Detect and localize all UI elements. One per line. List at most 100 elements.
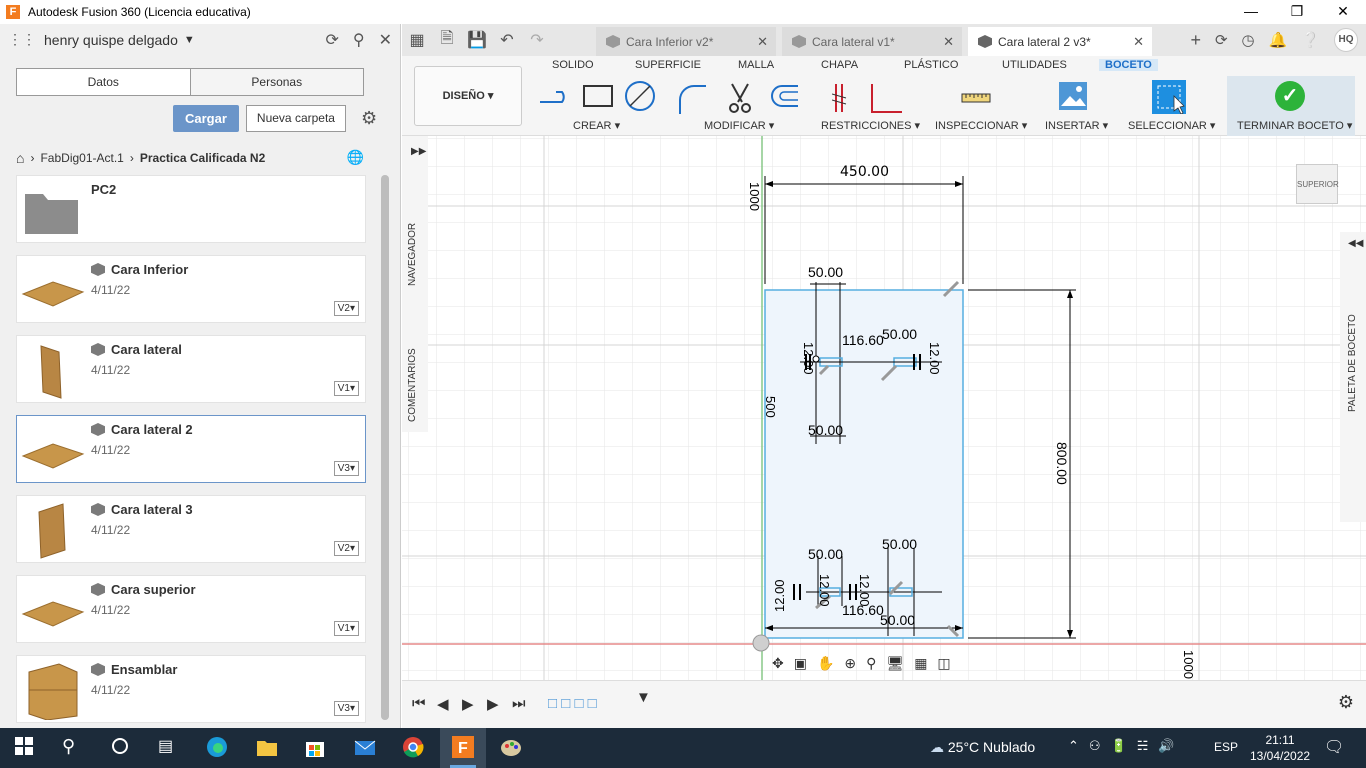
viewcube[interactable]: SUPERIOR	[1296, 164, 1339, 204]
constraints-icons[interactable]	[832, 80, 906, 114]
pan-icon[interactable]: ✋	[817, 655, 834, 672]
zoom-icon[interactable]: ⊕	[844, 655, 856, 672]
look-at-icon[interactable]: ▣	[794, 655, 807, 672]
dimension-upper-116[interactable]: 116.60	[842, 332, 884, 348]
close-tab-icon[interactable]: ✕	[943, 34, 954, 50]
create-tools-icons[interactable]	[536, 80, 666, 114]
undo-icon[interactable]: ↶	[492, 30, 522, 50]
viewports-icon[interactable]: ◫	[937, 655, 950, 672]
workspace-dropdown[interactable]: DISEÑO ▾	[414, 66, 522, 126]
globe-icon[interactable]: 🌐	[347, 149, 364, 166]
timeline-feature-icon[interactable]: □ □ □ □	[548, 695, 597, 712]
chrome-icon[interactable]	[402, 736, 426, 760]
create-menu[interactable]: CREAR ▾	[573, 119, 620, 132]
collapse-icon[interactable]: ◀◀	[1348, 238, 1363, 249]
display-settings-icon[interactable]: 🖥	[886, 655, 904, 672]
step-back-icon[interactable]: ◀	[437, 695, 449, 713]
user-hub-name[interactable]: henry quispe delgado	[44, 32, 178, 48]
list-item[interactable]: Cara lateral 3 4/11/22 V2▾	[16, 495, 366, 563]
version-dropdown[interactable]: V2▾	[333, 301, 359, 316]
tab-personas[interactable]: Personas	[189, 69, 363, 95]
dimension-lower-50a[interactable]: 50.00	[808, 546, 843, 562]
notifications-icon[interactable]: 🗨	[1324, 737, 1344, 757]
browser-toggle[interactable]: NAVEGADOR	[407, 223, 418, 286]
folder-item-pc2[interactable]: PC2	[16, 175, 366, 243]
dimension-lower-50b[interactable]: 50.00	[882, 536, 917, 552]
tab-utilidades[interactable]: UTILIDADES	[1002, 59, 1067, 71]
edge-icon[interactable]	[206, 736, 230, 760]
cortana-icon[interactable]	[110, 736, 134, 760]
save-icon[interactable]: 💾	[462, 30, 492, 50]
dimension-upper-50c[interactable]: 50.00	[808, 422, 843, 438]
new-tab-icon[interactable]: +	[1190, 30, 1201, 51]
version-dropdown[interactable]: V2▾	[333, 541, 359, 556]
file-explorer-icon[interactable]	[256, 736, 280, 760]
gear-icon[interactable]: ⚙	[1338, 692, 1354, 713]
tab-cara-lateral-2[interactable]: Cara lateral 2 v3* ✕	[968, 27, 1152, 56]
search-icon[interactable]: ⚲	[62, 736, 86, 760]
refresh-icon[interactable]: ⟳	[325, 30, 338, 50]
select-menu[interactable]: SELECCIONAR ▾	[1128, 119, 1215, 132]
file-icon[interactable]: 🗎	[432, 27, 462, 54]
extensions-icon[interactable]: ⟳	[1215, 31, 1228, 49]
dimension-lower-116[interactable]: 116.60	[842, 602, 884, 618]
insert-menu[interactable]: INSERTAR ▾	[1045, 119, 1108, 132]
list-item[interactable]: Ensamblar 4/11/22 V3▾	[16, 655, 366, 723]
new-folder-button[interactable]: Nueva carpeta	[245, 105, 346, 132]
list-item[interactable]: Cara lateral 4/11/22 V1▾	[16, 335, 366, 403]
restore-button[interactable]: ❐	[1274, 0, 1320, 24]
task-view-icon[interactable]: ▤	[158, 736, 182, 760]
dimension-upper-50b[interactable]: 50.00	[882, 326, 917, 342]
modify-menu[interactable]: MODIFICAR ▾	[704, 119, 774, 132]
gear-icon[interactable]: ⚙	[361, 108, 377, 129]
dimension-width-top[interactable]: 450.00	[840, 164, 889, 180]
mail-icon[interactable]	[354, 736, 378, 760]
user-avatar[interactable]: HQ	[1334, 28, 1358, 52]
zoom-window-icon[interactable]: ⚲	[866, 655, 876, 672]
windows-start-icon[interactable]	[14, 736, 38, 760]
dimension-upper-12a[interactable]: 12.00	[801, 342, 816, 375]
minimize-button[interactable]: —	[1228, 0, 1274, 24]
constraints-menu[interactable]: RESTRICCIONES ▾	[821, 119, 920, 132]
modify-tools-icons[interactable]	[676, 80, 800, 114]
home-icon[interactable]: ⌂	[16, 150, 24, 166]
tab-datos[interactable]: Datos	[17, 69, 190, 95]
job-status-icon[interactable]: ◷	[1242, 31, 1255, 49]
language-indicator[interactable]: ESP	[1214, 740, 1238, 754]
version-dropdown[interactable]: V1▾	[333, 621, 359, 636]
finish-sketch-button[interactable]: ✓ TERMINAR BOCETO ▾	[1227, 76, 1355, 136]
close-tab-icon[interactable]: ✕	[757, 34, 768, 50]
comments-toggle[interactable]: COMENTARIOS	[407, 348, 418, 422]
grid-settings-icon[interactable]: ▦	[914, 655, 927, 672]
list-item[interactable]: Cara Inferior 4/11/22 V2▾	[16, 255, 366, 323]
redo-icon[interactable]: ↷	[522, 30, 552, 50]
go-to-start-icon[interactable]: ⏮	[412, 695, 426, 712]
tab-malla[interactable]: MALLA	[738, 59, 774, 71]
go-to-end-icon[interactable]: ⏭	[512, 695, 526, 712]
timeline-marker[interactable]: ▼	[636, 689, 651, 706]
orbit-icon[interactable]: ✥	[772, 655, 784, 672]
measure-icon[interactable]	[960, 80, 992, 114]
chevron-down-icon[interactable]: ▼	[184, 34, 195, 46]
tab-superficie[interactable]: SUPERFICIE	[635, 59, 701, 71]
expand-icon[interactable]: ▶▶	[411, 146, 426, 157]
tab-solido[interactable]: SOLIDO	[552, 59, 594, 71]
search-icon[interactable]: ⚲	[353, 30, 365, 50]
dimension-upper-50a[interactable]: 50.00	[808, 264, 843, 280]
version-dropdown[interactable]: V3▾	[333, 461, 359, 476]
version-dropdown[interactable]: V3▾	[333, 701, 359, 716]
help-icon[interactable]: ❔	[1301, 31, 1320, 49]
dimension-height-right[interactable]: 800.00	[1054, 442, 1070, 485]
inspect-menu[interactable]: INSPECCIONAR ▾	[935, 119, 1027, 132]
notifications-icon[interactable]: 🔔	[1269, 31, 1288, 49]
breadcrumb-item-folder[interactable]: Practica Calificada N2	[140, 151, 265, 165]
step-forward-icon[interactable]: ▶	[487, 695, 499, 713]
tab-cara-lateral[interactable]: Cara lateral v1* ✕	[782, 27, 962, 56]
dimension-left-500[interactable]: 500	[763, 396, 778, 418]
store-icon[interactable]	[304, 736, 328, 760]
upload-button[interactable]: Cargar	[173, 105, 239, 132]
play-icon[interactable]: ▶	[462, 695, 474, 713]
tab-plastico[interactable]: PLÁSTICO	[904, 59, 958, 71]
list-item[interactable]: Cara superior 4/11/22 V1▾	[16, 575, 366, 643]
version-dropdown[interactable]: V1▾	[333, 381, 359, 396]
